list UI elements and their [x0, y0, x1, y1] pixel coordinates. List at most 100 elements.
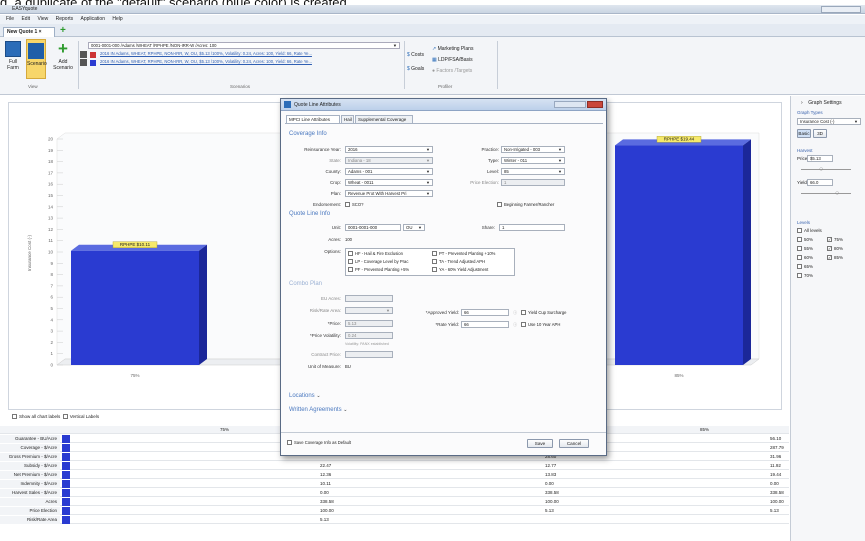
share-input[interactable]: 1: [499, 224, 565, 231]
tab-supplemental-coverage[interactable]: Supplemental Coverage: [355, 115, 413, 123]
menu-application[interactable]: Application: [81, 15, 105, 24]
written-agreements-heading[interactable]: Written Agreements ⌄: [289, 407, 347, 413]
y-tick-label: 7: [50, 283, 53, 288]
scenario-blue-swatch: [90, 60, 96, 66]
level-70-checkbox[interactable]: 70%: [797, 273, 813, 279]
option-ya[interactable]: YA - 60% Yield Adjustment: [432, 267, 488, 273]
chevron-down-icon: ▼: [386, 308, 390, 313]
divider: [404, 41, 405, 89]
level-label: Level:: [486, 169, 499, 174]
window-controls[interactable]: [821, 6, 861, 13]
tab-new-quote[interactable]: New Quote 1 ×: [3, 27, 55, 37]
state-label: State:: [329, 158, 341, 163]
costs-button[interactable]: $ Costs: [407, 52, 429, 58]
marketing-plans-button[interactable]: ↗ Marketing Plans: [432, 46, 492, 52]
option-lp[interactable]: LP - Coverage Level by Prac: [348, 259, 408, 265]
plan-select[interactable]: Revenue Prot With Harvest Pri ▼: [345, 190, 433, 197]
level-50-checkbox[interactable]: 50%: [797, 237, 813, 243]
unit-input[interactable]: 0001-0001-000: [345, 224, 401, 231]
option-ta[interactable]: TA - Trend Adjusted APH: [432, 259, 485, 265]
level-65-checkbox[interactable]: 65%: [797, 264, 813, 270]
locations-heading[interactable]: Locations ⌄: [289, 393, 321, 399]
contract-price-input[interactable]: [345, 351, 393, 358]
add-scenario-button[interactable]: + Add Scenario: [52, 40, 74, 71]
info-icon[interactable]: ⓘ: [513, 310, 517, 316]
goals-button[interactable]: $ Goals: [407, 66, 429, 72]
slider-thumb[interactable]: ○: [819, 166, 823, 173]
price-election-input[interactable]: 1: [501, 179, 565, 186]
window-titlebar: EASYquote: [0, 5, 865, 14]
level-55-checkbox[interactable]: 55%: [797, 246, 813, 252]
y-tick-label: 19: [48, 148, 54, 153]
yield-input[interactable]: 66.0: [807, 179, 833, 186]
price-slider[interactable]: [801, 169, 851, 170]
scenario-link-2[interactable]: 2016 IN Adams, WHEAT, RPHPE, NON-IRR, W,…: [98, 59, 400, 66]
add-tab-icon[interactable]: +: [60, 26, 66, 36]
graph-type-select[interactable]: Insurance Cost (-) ▼: [797, 118, 861, 125]
approved-yield-label: *Approved Yield:: [425, 310, 459, 315]
menu-bar: File Edit View Reports Application Help: [0, 15, 865, 24]
level-85-checkbox[interactable]: ✓ 85%: [827, 255, 843, 261]
chevron-right-icon[interactable]: ›: [801, 100, 803, 106]
tab-hail[interactable]: Hail: [341, 115, 354, 123]
cell-value: 5.13: [545, 508, 554, 513]
option-pt[interactable]: PT - Prevented Planting +10%: [432, 251, 495, 257]
level-80-checkbox[interactable]: ✓ 80%: [827, 246, 843, 252]
cancel-button[interactable]: Cancel: [559, 439, 589, 448]
yield-cup-checkbox[interactable]: Yield Cup Surcharge: [521, 310, 567, 316]
vertical-labels-checkbox[interactable]: [62, 414, 68, 420]
ldp-fsa-basis-button[interactable]: ▦ LDP/FSA/Basis: [432, 57, 492, 63]
3d-button[interactable]: 3D: [813, 129, 827, 138]
divider: [497, 41, 498, 89]
eu-acres-input[interactable]: [345, 295, 393, 302]
state-select[interactable]: Indiana - 18 ▼: [345, 157, 433, 164]
x-tick-label: 75%: [130, 373, 139, 378]
type-select[interactable]: Winter - 011 ▼: [501, 157, 565, 164]
crop-select[interactable]: Wheat - 0011 ▼: [345, 179, 433, 186]
price-volatility-input[interactable]: 0.24: [345, 332, 393, 339]
tab-mpci-line-attributes[interactable]: MPCI Line Attributes: [286, 115, 340, 123]
save-button[interactable]: Save: [527, 439, 553, 448]
menu-file[interactable]: File: [6, 15, 14, 24]
scenario-view-button[interactable]: Scenario: [26, 39, 47, 79]
price-input[interactable]: 5.13: [345, 320, 393, 327]
approved-yield-input[interactable]: 66: [461, 309, 509, 316]
level-select[interactable]: 85 ▼: [501, 168, 565, 175]
menu-reports[interactable]: Reports: [56, 15, 74, 24]
factors-targets-button[interactable]: ● Factors /Targets: [432, 68, 492, 74]
option-pf[interactable]: PF - Prevented Planting +5%: [348, 267, 409, 273]
unit-type-select[interactable]: OU ▼: [403, 224, 425, 231]
scenario-link-1[interactable]: 2016 IN Adams, WHEAT, RPHPE, NON-IRR, W,…: [98, 51, 400, 58]
reinsurance-year-select[interactable]: 2016 ▼: [345, 146, 433, 153]
cell-value: 5.13: [770, 508, 779, 513]
menu-help[interactable]: Help: [112, 15, 122, 24]
option-hf[interactable]: HF - Hail & Fire Exclusion: [348, 251, 403, 257]
window-min-max-buttons[interactable]: [554, 101, 586, 108]
yield-slider[interactable]: [801, 193, 851, 194]
county-select[interactable]: Adams - 001 ▼: [345, 168, 433, 175]
slider-thumb[interactable]: ○: [835, 190, 839, 197]
all-levels-checkbox[interactable]: All levels: [797, 228, 822, 234]
save-as-default-checkbox[interactable]: Save Coverage Info as Default: [287, 440, 351, 446]
y-tick-label: 3: [50, 329, 53, 334]
full-farm-button[interactable]: Full Farm: [4, 41, 22, 71]
risk-rate-area-select[interactable]: ▼: [345, 307, 393, 314]
beginning-farmer-checkbox[interactable]: Beginning Farmer/Rancher: [497, 202, 554, 208]
dollar-icon: $: [407, 66, 410, 72]
price-input[interactable]: $5.13: [807, 155, 833, 162]
table-icon: ▦: [432, 57, 437, 63]
level-75-checkbox[interactable]: ✓ 75%: [827, 237, 843, 243]
menu-view[interactable]: View: [37, 15, 48, 24]
cell-value: 12.36: [320, 472, 332, 477]
close-icon[interactable]: [587, 101, 603, 108]
basic-button[interactable]: Basic: [797, 129, 811, 138]
menu-edit[interactable]: Edit: [21, 15, 30, 24]
level-60-checkbox[interactable]: 60%: [797, 255, 813, 261]
use-10-year-aph-checkbox[interactable]: Use 10 Year APH: [521, 322, 560, 328]
sco-checkbox[interactable]: SCO?: [345, 202, 363, 208]
practice-select[interactable]: Non-Irrigated - 003 ▼: [501, 146, 565, 153]
info-icon[interactable]: ⓘ: [513, 322, 517, 328]
show-labels-checkbox[interactable]: [12, 414, 17, 420]
scenario-selector[interactable]: 0001-0001-000 /Adams /WHEAT /RPHPE /NON-…: [88, 42, 400, 49]
rate-yield-input[interactable]: 66: [461, 321, 509, 328]
